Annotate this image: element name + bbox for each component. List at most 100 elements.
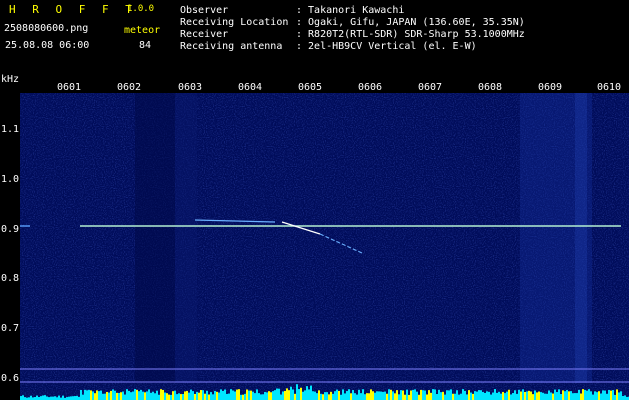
signal-level-bar	[200, 390, 202, 400]
signal-level-bar	[72, 396, 74, 400]
signal-level-bar	[368, 393, 370, 400]
signal-level-bar	[194, 393, 196, 400]
signal-level-bar	[548, 390, 550, 400]
signal-level-bar	[128, 390, 130, 400]
signal-level-bar	[318, 390, 320, 400]
signal-level-bar	[580, 393, 582, 400]
signal-level-bar	[378, 391, 380, 400]
signal-level-bar	[434, 389, 436, 400]
signal-level-bar	[504, 393, 506, 400]
signal-level-bar	[564, 391, 566, 400]
file-name: 2508080600.png	[4, 23, 89, 34]
signal-level-bar	[138, 391, 140, 400]
signal-level-bar	[600, 393, 602, 400]
signal-level-bar	[216, 391, 218, 400]
location-label: Receiving Location	[180, 17, 289, 28]
signal-level-bar	[350, 393, 352, 400]
signal-level-bar	[440, 392, 442, 400]
signal-level-bar	[424, 390, 426, 400]
signal-level-bar	[268, 391, 270, 400]
signal-level-bar	[506, 391, 508, 400]
signal-level-bar	[492, 392, 494, 400]
signal-level-bar	[534, 390, 536, 400]
x-tick-label: 0605	[298, 82, 323, 93]
signal-level-bar	[502, 391, 504, 400]
signal-level-bar	[108, 392, 110, 400]
signal-level-bar	[326, 392, 328, 400]
signal-level-bar	[554, 389, 556, 400]
signal-level-bar	[164, 392, 166, 400]
signal-level-bar	[488, 391, 490, 400]
signal-level-bar	[348, 389, 350, 400]
signal-level-bar	[586, 390, 588, 400]
signal-level-bar	[526, 391, 528, 400]
signal-level-bar	[406, 389, 408, 400]
signal-level-bar	[576, 393, 578, 400]
signal-level-bar	[42, 395, 44, 400]
signal-level-bar	[358, 389, 360, 400]
signal-level-bar	[52, 396, 54, 400]
signal-level-bar	[470, 392, 472, 400]
signal-level-bar	[306, 386, 308, 400]
signal-level-bar	[436, 393, 438, 400]
antenna-label: Receiving antenna	[180, 41, 283, 52]
signal-level-bar	[616, 389, 618, 400]
signal-level-bar	[100, 390, 102, 400]
signal-level-bar	[498, 391, 500, 400]
signal-level-bar	[238, 389, 240, 400]
signal-level-bar	[168, 394, 170, 400]
signal-level-bar	[294, 393, 296, 400]
signal-level-bar	[110, 390, 112, 400]
signal-level-bar	[206, 390, 208, 400]
signal-level-bar	[62, 395, 64, 400]
signal-level-bar	[448, 390, 450, 400]
signal-level-bar	[544, 393, 546, 400]
bright-band	[175, 93, 197, 383]
signal-level-bar	[144, 392, 146, 400]
signal-level-bar	[254, 393, 256, 400]
signal-level-bar	[414, 389, 416, 400]
signal-level-bar	[578, 389, 580, 400]
signal-level-bar	[122, 391, 124, 400]
y-axis-unit: kHz	[1, 74, 20, 85]
signal-level-bar	[524, 391, 526, 400]
signal-level-bar	[356, 394, 358, 400]
signal-level-bar	[150, 392, 152, 400]
signal-level-bar	[334, 391, 336, 400]
signal-level-bar	[170, 394, 172, 400]
signal-level-bar	[472, 393, 474, 400]
signal-level-bar	[320, 393, 322, 400]
x-tick-label: 0604	[238, 82, 263, 93]
x-tick-label: 0608	[478, 82, 503, 93]
x-tick-label: 0602	[117, 82, 142, 93]
signal-level-bar	[476, 391, 478, 400]
signal-level-bar	[556, 392, 558, 400]
signal-level-bar	[612, 390, 614, 400]
signal-level-bar	[428, 390, 430, 400]
signal-level-bar	[450, 389, 452, 400]
signal-level-bar	[80, 389, 82, 400]
x-tick-label: 0607	[418, 82, 443, 93]
signal-level-bar	[354, 393, 356, 400]
signal-level-bar	[462, 389, 464, 400]
signal-level-bar	[456, 390, 458, 400]
signal-level-bar	[46, 396, 48, 400]
signal-level-bar	[148, 389, 150, 400]
signal-level-bar	[124, 394, 126, 400]
signal-level-bar	[36, 395, 38, 400]
signal-level-bar	[104, 393, 106, 400]
signal-level-bar	[172, 391, 174, 400]
signal-level-bar	[596, 392, 598, 400]
y-tick-label: 0.7	[1, 323, 20, 334]
signal-level-bar	[384, 391, 386, 400]
signal-level-bar	[130, 392, 132, 400]
receiver-label: Receiver	[180, 29, 229, 40]
signal-level-bar	[346, 391, 348, 400]
y-tick-label: 0.6	[1, 373, 20, 384]
signal-level-bar	[610, 390, 612, 400]
signal-level-bar	[236, 389, 238, 400]
signal-level-bar	[20, 396, 22, 400]
detection-type: meteor	[124, 25, 161, 36]
signal-level-bar	[76, 395, 78, 400]
signal-level-bar	[432, 389, 434, 400]
